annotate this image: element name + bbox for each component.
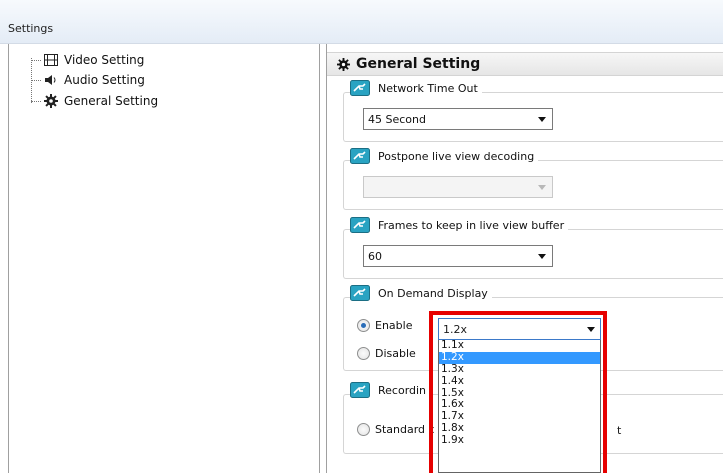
hand-pointer-icon	[350, 382, 370, 398]
postpone-decoding-label: Postpone live view decoding	[378, 149, 535, 163]
section-title: General Setting	[356, 56, 481, 72]
recording-trailing-text: t	[617, 424, 622, 437]
radio-selected-icon	[357, 319, 370, 332]
tree-item-video-setting[interactable]: Video Setting	[31, 52, 144, 68]
disable-radio[interactable]: Disable	[357, 347, 416, 360]
tree-item-label: Audio Setting	[64, 73, 145, 87]
enable-label: Enable	[375, 319, 413, 332]
film-icon	[43, 53, 59, 67]
settings-tree: Video Setting Audio Setting General Sett…	[8, 44, 320, 473]
title-bar: Settings	[0, 0, 723, 44]
dropdown-option[interactable]: 1.4x	[439, 375, 600, 388]
network-timeout-select[interactable]: 45 Second	[363, 108, 553, 130]
network-timeout-label: Network Time Out	[378, 81, 478, 95]
chevron-down-icon	[587, 327, 595, 332]
on-demand-display-label: On Demand Display	[378, 286, 488, 300]
enable-radio[interactable]: Enable	[357, 319, 412, 332]
standard-radio[interactable]: Standard c	[357, 423, 435, 436]
dropdown-option[interactable]: 1.9x	[439, 434, 600, 447]
hand-pointer-icon	[350, 148, 370, 164]
network-timeout-value: 45 Second	[368, 113, 426, 126]
radio-unselected-icon	[357, 347, 370, 360]
on-demand-scale-value: 1.2x	[443, 323, 468, 336]
tree-item-label: Video Setting	[64, 53, 145, 67]
dropdown-option[interactable]: 1.2x	[439, 351, 600, 364]
chevron-down-icon	[538, 254, 546, 259]
tree-item-label: General Setting	[64, 94, 159, 108]
on-demand-scale-select[interactable]: 1.2x	[438, 318, 601, 340]
tree-item-audio-setting[interactable]: Audio Setting	[31, 72, 145, 88]
hand-pointer-icon	[350, 217, 370, 233]
on-demand-scale-options: 1.1x 1.2x 1.3x 1.4x 1.5x 1.6x 1.7x 1.8x 1.9x	[438, 340, 601, 473]
recording-label: Recordin	[378, 383, 427, 397]
hand-pointer-icon	[350, 285, 370, 301]
standard-label: Standard c	[375, 423, 435, 436]
frames-buffer-value: 60	[368, 250, 382, 263]
gear-icon	[337, 57, 350, 71]
postpone-decoding-select[interactable]	[363, 176, 553, 198]
frames-buffer-select[interactable]: 60	[363, 245, 553, 267]
hand-pointer-icon	[350, 80, 370, 96]
window-title: Settings	[8, 22, 54, 35]
speaker-icon	[43, 73, 59, 87]
dropdown-option[interactable]: 1.3x	[439, 363, 600, 376]
gear-icon	[43, 94, 59, 108]
radio-unselected-icon	[357, 423, 370, 436]
chevron-down-icon	[538, 185, 546, 190]
disable-label: Disable	[375, 347, 416, 360]
tree-item-general-setting[interactable]: General Setting	[31, 93, 158, 109]
chevron-down-icon	[538, 117, 546, 122]
frames-buffer-label: Frames to keep in live view buffer	[378, 218, 565, 232]
section-header: General Setting	[327, 52, 723, 76]
